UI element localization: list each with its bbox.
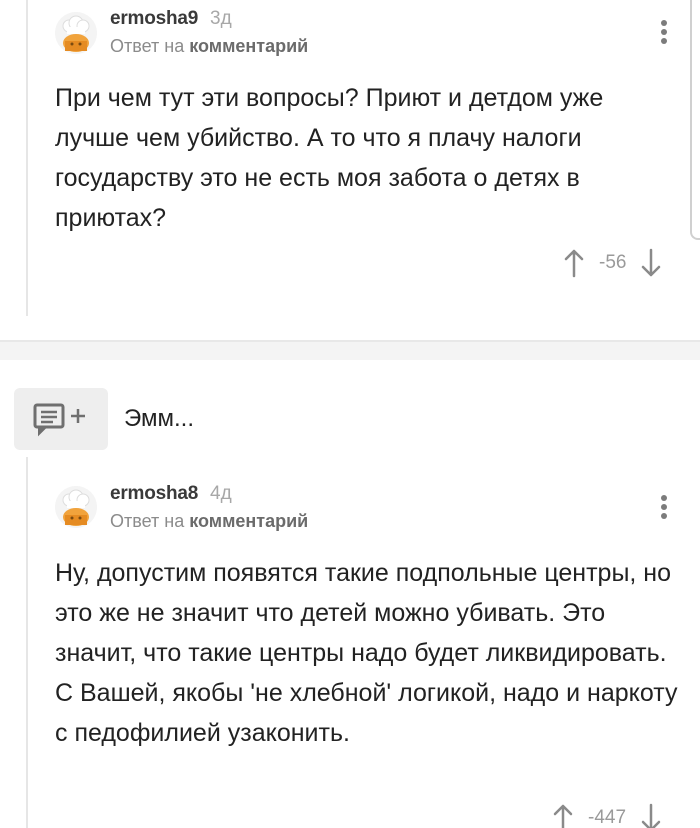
vote-score: -447 [588,807,627,828]
chef-hat-avatar-icon [55,12,97,54]
arrow-down-icon[interactable] [640,248,662,278]
avatar[interactable] [55,486,97,528]
arrow-up-icon[interactable] [563,248,585,278]
section-gap [0,342,700,360]
reply-prefix: Ответ на [110,511,185,531]
arrow-down-icon[interactable] [640,803,662,828]
chef-hat-avatar-icon [55,486,97,528]
vote-controls: -56 [563,248,662,278]
comment-text: При чем тут эти вопросы? Приют и детдом … [55,84,604,232]
arrow-up-icon[interactable] [552,803,574,828]
comment-card: ermosha9 3д Ответ на комментарий При чем… [0,0,700,340]
more-vertical-icon[interactable] [652,14,676,50]
expand-branch-button[interactable] [14,388,108,450]
collapsed-branch-label[interactable]: Эмм... [124,405,194,433]
comment-time: 4д [210,483,232,504]
reply-prefix: Ответ на [110,36,185,56]
username[interactable]: ermosha8 [110,483,198,505]
reply-to[interactable]: Ответ на комментарий [110,511,308,532]
reply-target-link[interactable]: комментарий [189,511,308,531]
more-vertical-icon[interactable] [652,489,676,525]
comment-text: Ну, допустим появятся такие подпольные ц… [55,559,678,747]
username[interactable]: ermosha9 [110,8,198,30]
vote-score: -56 [599,252,627,273]
comment-time: 3д [210,8,232,29]
vote-controls: -447 [552,803,662,828]
avatar[interactable] [55,12,97,54]
scrollbar[interactable] [690,0,700,240]
thread-line [26,0,28,316]
reply-to[interactable]: Ответ на комментарий [110,36,308,57]
reply-target-link[interactable]: комментарий [189,36,308,56]
thread-line [26,457,28,828]
comment-add-icon [33,403,85,437]
